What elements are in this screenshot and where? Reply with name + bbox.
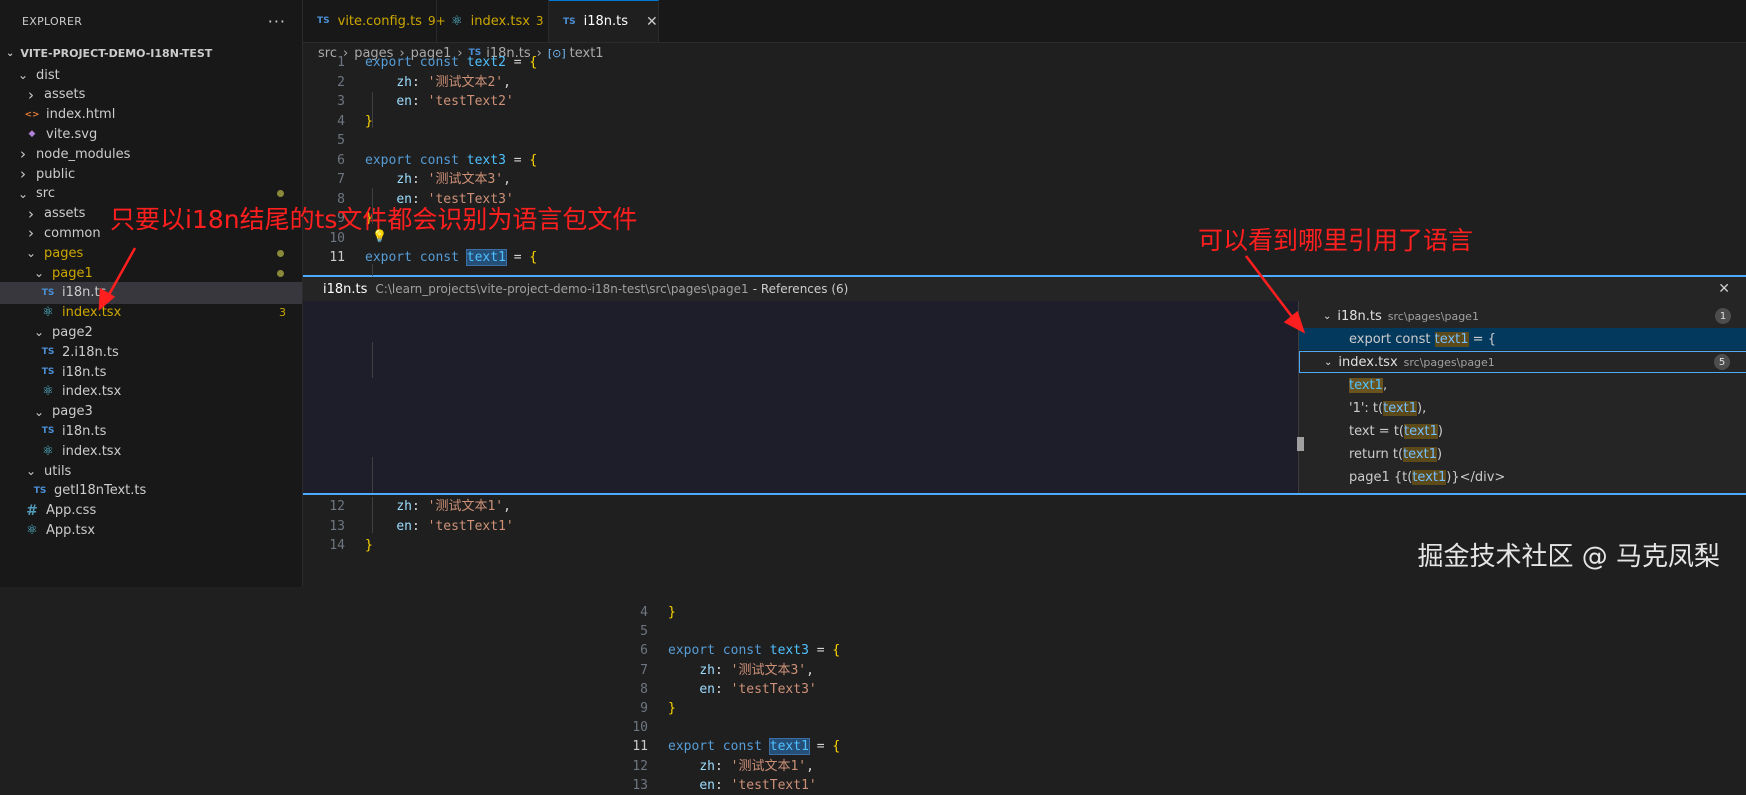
indent-guide — [372, 342, 373, 378]
code-line: } — [668, 699, 676, 718]
code-line: export const text3 = { — [668, 641, 840, 660]
code-token: en — [699, 777, 715, 793]
scrollbar-marker — [1297, 437, 1304, 451]
watermark: 掘金技术社区 @ 马克凤梨 — [1417, 542, 1720, 572]
code-token: const — [722, 739, 770, 755]
line-number: 12 — [632, 758, 648, 774]
line-number: 9 — [640, 701, 648, 716]
code-token: '测试文本1' — [730, 758, 807, 774]
line-number: 8 — [640, 681, 648, 697]
indent-guide — [372, 497, 373, 533]
code-token: export — [668, 643, 723, 659]
code-token: { — [832, 739, 841, 755]
code-token: text3 — [769, 643, 809, 659]
code-token: , — [806, 758, 814, 774]
code-token: : — [714, 681, 731, 697]
code-line: zh: '测试文本3', — [668, 661, 814, 680]
annotation-arrow-left — [104, 247, 137, 301]
indent-guide — [372, 188, 373, 224]
code-token: = — [808, 643, 833, 659]
code-line: en: 'testText3' — [668, 680, 817, 699]
line-number: 4 — [640, 605, 648, 620]
code-token: en — [699, 681, 715, 697]
line-number: 10 — [632, 720, 648, 736]
lightbulb-icon[interactable]: 💡 — [372, 229, 387, 243]
line-number: 7 — [640, 662, 648, 678]
code-token: = — [808, 739, 833, 755]
code-token: : — [714, 662, 731, 678]
annotation-arrow-right — [1245, 255, 1297, 323]
code-token: '测试文本3' — [730, 662, 807, 678]
indent-guide — [372, 264, 373, 276]
annotation-arrows — [98, 247, 1306, 334]
line-number: 5 — [640, 624, 648, 640]
code-token: } — [668, 605, 676, 620]
code-token: text1 — [768, 738, 810, 756]
code-token: zh — [699, 662, 715, 678]
code-token: : — [714, 758, 731, 774]
code-token: 'testText3' — [730, 681, 817, 697]
line-number: 11 — [632, 739, 648, 755]
code-line: export const text1 = { — [668, 737, 840, 756]
code-token: zh — [699, 758, 715, 774]
annotation-arrowhead-right — [1283, 310, 1306, 334]
code-token: const — [722, 643, 770, 659]
indent-guide — [372, 457, 373, 493]
code-token: } — [668, 701, 676, 716]
code-line: zh: '测试文本1', — [668, 757, 814, 776]
code-line: en: 'testText1' — [668, 776, 817, 795]
line-number: 13 — [632, 777, 648, 793]
code-token: : — [714, 777, 731, 793]
code-token: 'testText1' — [730, 777, 817, 793]
code-token: export — [668, 739, 723, 755]
code-token: { — [832, 643, 841, 659]
line-number: 6 — [640, 643, 648, 659]
indent-guide — [372, 92, 373, 128]
code-line: } — [668, 603, 676, 622]
code-token: , — [806, 662, 814, 678]
